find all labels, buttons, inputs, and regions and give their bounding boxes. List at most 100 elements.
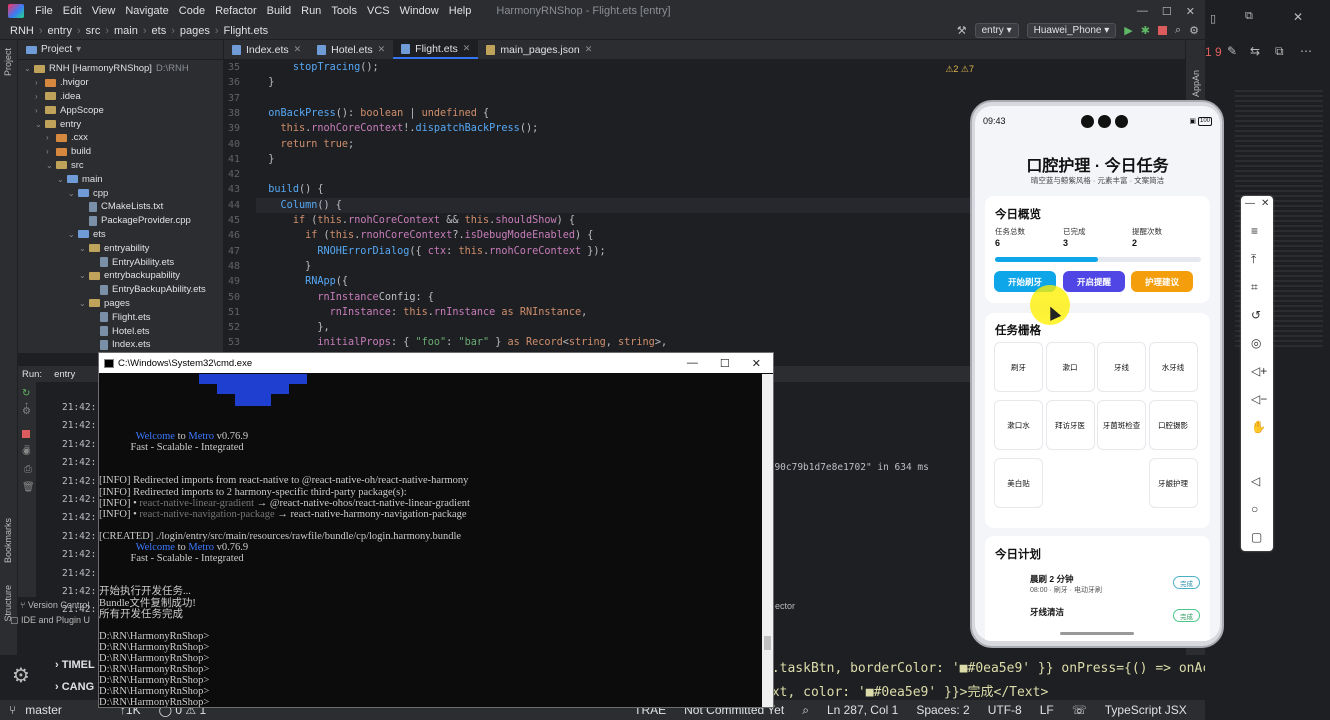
menu-item-refactor[interactable]: Refactor (210, 5, 262, 17)
bookmarks-tool-label[interactable]: Bookmarks (3, 518, 13, 563)
language-mode[interactable]: TypeScript JSX (1096, 703, 1196, 717)
project-tree-item[interactable]: ⌄ cpp (18, 186, 223, 200)
close-window-icon[interactable]: ✕ (1293, 10, 1303, 24)
rerun-icon[interactable]: ↻ (22, 388, 30, 399)
project-tree-item[interactable]: CMakeLists.txt (18, 200, 223, 214)
expand-arrow-icon[interactable]: ⌄ (35, 120, 45, 129)
task-grid-cell[interactable]: 美白贴 (994, 458, 1043, 508)
project-tree-item[interactable]: Hotel.ets (18, 324, 223, 338)
search-icon[interactable]: ⌕ (1175, 24, 1181, 37)
cmd-minimize-icon[interactable]: — (687, 357, 698, 370)
device-select[interactable]: Huawei_Phone ▾ (1026, 23, 1117, 38)
stop-icon[interactable] (1157, 26, 1167, 35)
project-tree-item[interactable]: ⌄ pages (18, 297, 223, 311)
project-tree-item[interactable]: ⌄ main (18, 172, 223, 186)
menu-item-edit[interactable]: Edit (58, 5, 87, 17)
menu-item-build[interactable]: Build (262, 5, 296, 17)
emu-volume-down-icon[interactable]: ◁− (1251, 392, 1267, 406)
project-tree-item[interactable]: ⌄ entry (18, 117, 223, 131)
run-icon[interactable]: ▶ (1124, 24, 1132, 37)
compare-icon[interactable]: ⇆ (1250, 44, 1260, 58)
breadcrumb-item[interactable]: RNH (8, 25, 36, 37)
run-config-tab[interactable]: entry (54, 369, 75, 380)
maximize-icon[interactable]: ☐ (1162, 5, 1172, 18)
breadcrumb-item[interactable]: main (112, 25, 140, 37)
cmd-scroll-thumb[interactable] (764, 636, 771, 650)
task-grid-cell[interactable]: 牙龈护理 (1148, 458, 1198, 508)
stop-run-icon[interactable] (22, 430, 30, 438)
project-tree-item[interactable]: › .cxx (18, 131, 223, 145)
more-icon[interactable]: ⋯ (1300, 44, 1312, 58)
project-tree-item[interactable]: › build (18, 145, 223, 159)
menu-item-view[interactable]: View (87, 5, 121, 17)
menu-item-run[interactable]: Run (296, 5, 326, 17)
print-icon[interactable]: ⎙ (24, 464, 32, 475)
notification-icon[interactable]: ☏ (1063, 703, 1096, 717)
emu-crop-icon[interactable]: ⌗ (1251, 280, 1258, 295)
expand-arrow-icon[interactable]: ⌄ (68, 230, 78, 239)
encoding[interactable]: UTF-8 (979, 703, 1031, 717)
expand-arrow-icon[interactable]: ⌄ (57, 175, 67, 184)
task-grid-cell[interactable]: 牙线 (1097, 342, 1146, 392)
version-control-tab[interactable]: ⑂ Version Control (20, 600, 89, 610)
task-grid-cell[interactable]: 口腔摄影 (1148, 400, 1198, 450)
care-tips-button[interactable]: 护理建议 (1131, 271, 1193, 292)
expand-arrow-icon[interactable]: › (35, 92, 45, 101)
menu-item-window[interactable]: Window (395, 5, 444, 17)
run-config-select[interactable]: entry ▾ (974, 23, 1019, 38)
task-grid-cell[interactable]: 漱口水 (994, 400, 1043, 450)
menu-item-code[interactable]: Code (174, 5, 210, 17)
tab-close-icon[interactable]: ✕ (585, 44, 593, 55)
emu-recents-icon[interactable]: ▢ (1251, 530, 1262, 544)
project-tree-item[interactable]: EntryBackupAbility.ets (18, 283, 223, 297)
emu-close-icon[interactable]: ✕ (1261, 198, 1269, 209)
cmd-maximize-icon[interactable]: ☐ (720, 357, 730, 370)
editor-tab[interactable]: main_pages.json ✕ (478, 40, 600, 59)
menu-item-file[interactable]: File (30, 5, 58, 17)
cursor-position[interactable]: Ln 287, Col 1 (818, 703, 907, 717)
close-icon[interactable]: ✕ (1186, 5, 1195, 18)
project-tree-item[interactable]: Flight.ets (18, 310, 223, 324)
expand-arrow-icon[interactable]: › (35, 78, 45, 87)
emu-volume-up-icon[interactable]: ◁+ (1251, 364, 1267, 378)
project-panel-header[interactable]: Project ▾ (18, 40, 223, 60)
task-grid-cell[interactable]: 刷牙 (994, 342, 1043, 392)
breadcrumb-item[interactable]: ets (150, 25, 169, 37)
git-branch[interactable]: master (25, 703, 71, 717)
scroll-up-icon[interactable]: ↑ (24, 400, 29, 411)
plan-done-button[interactable]: 完成 (1173, 576, 1200, 589)
editor-tab[interactable]: Index.ets ✕ (224, 40, 309, 59)
edit-icon[interactable]: ✎ (1227, 44, 1237, 58)
gear-icon[interactable]: ⚙ (12, 663, 30, 688)
task-grid-cell[interactable]: 拜访牙医 (1045, 400, 1095, 450)
plan-done-button[interactable]: 完成 (1173, 609, 1200, 622)
phone-screen[interactable]: 09:43 ▣ 100 口腔护理 · 今日任务 晴空蓝与鲸紫风格 · 元素丰富 … (975, 106, 1220, 641)
app-analyzer-label[interactable]: AppAn (1191, 70, 1201, 97)
project-tree-item[interactable]: › .hvigor (18, 76, 223, 90)
project-tree-item[interactable]: › AppScope (18, 103, 223, 117)
project-tree-item[interactable]: › .idea (18, 90, 223, 104)
task-grid-cell[interactable]: 水牙线 (1148, 342, 1198, 392)
cmd-window[interactable]: C:\Windows\System32\cmd.exe — ☐ ✕ Welcom… (98, 352, 774, 708)
tab-close-icon[interactable]: ✕ (463, 43, 471, 54)
expand-arrow-icon[interactable]: › (46, 133, 56, 142)
restore-icon[interactable]: ⧉ (1245, 10, 1253, 23)
inspection-widget[interactable]: ⚠2 ⚠7 (945, 64, 974, 75)
project-tree-item[interactable]: ⌄ entrybackupability (18, 269, 223, 283)
project-tree-item[interactable]: ⌄ RNH [HarmonyRNShop] D:\RNH (18, 62, 223, 76)
indent-setting[interactable]: Spaces: 2 (907, 703, 978, 717)
menu-item-vcs[interactable]: VCS (362, 5, 395, 17)
project-tree-item[interactable]: EntryAbility.ets (18, 255, 223, 269)
enable-reminder-button[interactable]: 开启提醒 (1063, 271, 1125, 292)
emu-home-icon[interactable]: ○ (1251, 502, 1258, 516)
menu-item-help[interactable]: Help (444, 5, 477, 17)
branch-icon[interactable]: ⑂ (0, 703, 25, 717)
minimize-icon[interactable]: — (1137, 5, 1148, 18)
debug-icon[interactable]: ✱ (1141, 24, 1150, 37)
emu-rotate-icon[interactable]: ↺ (1251, 308, 1261, 322)
plugin-updates-tab[interactable]: ▢ IDE and Plugin U (10, 615, 90, 626)
project-tree-item[interactable]: Index.ets (18, 338, 223, 352)
code-editor[interactable]: 35 stopTracing(); 36 } 37 38 onBackPress():… (224, 60, 980, 353)
cmd-title-bar[interactable]: C:\Windows\System32\cmd.exe — ☐ ✕ (99, 353, 773, 373)
breadcrumb-item[interactable]: pages (178, 25, 212, 37)
